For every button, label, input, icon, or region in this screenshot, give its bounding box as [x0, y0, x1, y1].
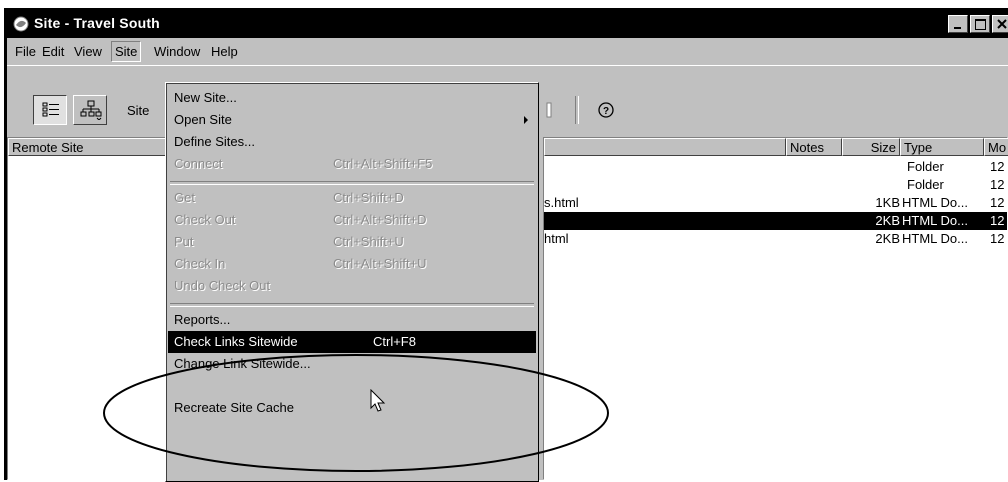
file-modified: 12 [990, 159, 1005, 174]
sitemap-icon [80, 100, 102, 120]
svg-text:?: ? [603, 106, 609, 117]
close-icon[interactable] [992, 15, 1008, 33]
file-size: 2KB [875, 231, 900, 246]
site-map-view-button[interactable] [73, 95, 107, 125]
file-name: s.html [544, 195, 579, 210]
menu-item-label: Check In [174, 256, 226, 271]
menu-item-reports[interactable]: Reports... [168, 309, 536, 331]
file-type: HTML Do... [902, 195, 968, 210]
menu-item-put: Put Ctrl+Shift+U [168, 231, 536, 253]
menu-help[interactable]: Help [208, 42, 241, 61]
window-controls [948, 15, 1008, 33]
type-column-header[interactable]: Type [900, 138, 984, 156]
file-modified: 12 [990, 195, 1005, 210]
menu-item-label: Define Sites... [174, 134, 255, 149]
toolbar-divider [575, 96, 579, 124]
local-site-pane[interactable]: Notes Size Type Mo Folder 12 Folder 12 s… [543, 137, 1008, 480]
site-files-view-button[interactable] [33, 95, 67, 125]
file-type: Folder [907, 159, 944, 174]
menu-edit[interactable]: Edit [39, 42, 67, 61]
menu-item-check-in: Check In Ctrl+Alt+Shift+U [168, 253, 536, 275]
menu-view[interactable]: View [71, 42, 105, 61]
file-type: HTML Do... [902, 213, 968, 228]
menu-file[interactable]: File [12, 42, 39, 61]
file-type: HTML Do... [902, 231, 968, 246]
file-row[interactable]: s.html 1KB HTML Do... 12 [544, 194, 1007, 212]
menu-item-undo-check-out: Undo Check Out [168, 275, 536, 297]
menu-item-label: Get [174, 190, 195, 205]
file-row[interactable]: html 2KB HTML Do... 12 [544, 230, 1007, 248]
menu-item-define-sites[interactable]: Define Sites... [168, 131, 536, 153]
notes-column-header[interactable]: Notes [786, 138, 842, 156]
size-column-header[interactable]: Size [842, 138, 900, 156]
menu-item-label: Undo Check Out [174, 278, 271, 293]
menu-bar: File Edit View Site Window Help [7, 39, 1008, 63]
menu-item-label: Connect [174, 156, 223, 171]
menu-site[interactable]: Site [111, 41, 142, 62]
file-modified: 12 [990, 213, 1005, 228]
list-icon [42, 102, 59, 117]
menu-item-label: Check Links Sitewide [174, 334, 298, 349]
menu-item-shortcut: Ctrl+Alt+Shift+F5 [333, 156, 433, 171]
menu-item-label: Reports... [174, 312, 231, 327]
help-icon[interactable]: ? [597, 101, 615, 119]
menu-item-shortcut: Ctrl+Shift+D [333, 190, 404, 205]
menu-item-label: Open Site [174, 112, 232, 127]
menu-item-shortcut: Ctrl+Alt+Shift+D [333, 212, 427, 227]
dreamweaver-app-icon [13, 16, 29, 32]
site-label: Site [127, 103, 150, 118]
mouse-pointer-icon [370, 389, 386, 412]
file-row[interactable]: Folder 12 [544, 158, 1007, 176]
file-name: html [544, 231, 569, 246]
highlight-oval [103, 354, 609, 472]
menu-item-label: Put [174, 234, 194, 249]
menu-item-get: Get Ctrl+Shift+D [168, 187, 536, 209]
menu-item-label: New Site... [174, 90, 237, 105]
file-row-selected[interactable]: 2KB HTML Do... 12 [544, 212, 1007, 230]
submenu-arrow-icon [524, 116, 528, 124]
menu-window[interactable]: Window [151, 42, 203, 61]
menu-item-check-out: Check Out Ctrl+Alt+Shift+D [168, 209, 536, 231]
modified-column-header[interactable]: Mo [984, 138, 1008, 156]
menu-item-open-site[interactable]: Open Site [168, 109, 536, 131]
menu-item-new-site[interactable]: New Site... [168, 87, 536, 109]
remote-site-header[interactable]: Remote Site [8, 138, 178, 156]
menu-item-check-links-sitewide[interactable]: Check Links Sitewide Ctrl+F8 [168, 331, 536, 353]
file-size: 1KB [875, 195, 900, 210]
menu-item-shortcut: Ctrl+Alt+Shift+U [333, 256, 427, 271]
maximize-icon[interactable] [970, 15, 990, 33]
menu-separator [170, 181, 534, 185]
title-bar[interactable]: Site - Travel South [7, 11, 1008, 38]
file-modified: 12 [990, 231, 1005, 246]
file-size: 2KB [875, 213, 900, 228]
menu-item-shortcut: Ctrl+F8 [373, 334, 416, 349]
menu-item-label: Check Out [174, 212, 236, 227]
file-row[interactable]: Folder 12 [544, 176, 1007, 194]
file-type: Folder [907, 177, 944, 192]
menu-item-connect: Connect Ctrl+Alt+Shift+F5 [168, 153, 536, 175]
menu-item-shortcut: Ctrl+Shift+U [333, 234, 404, 249]
menu-separator [170, 303, 534, 307]
name-column-header[interactable] [544, 138, 786, 156]
refresh-icon[interactable] [545, 102, 555, 118]
window-title: Site - Travel South [34, 15, 160, 31]
file-modified: 12 [990, 177, 1005, 192]
minimize-icon[interactable] [948, 15, 968, 33]
